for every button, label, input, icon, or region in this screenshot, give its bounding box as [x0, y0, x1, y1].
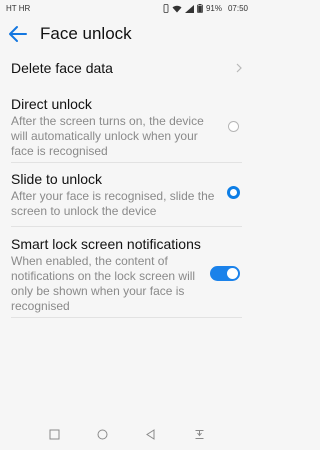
direct-unlock-title: Direct unlock [11, 96, 92, 112]
wifi-icon [172, 5, 182, 12]
battery-icon [197, 4, 203, 13]
page-title: Face unlock [40, 24, 132, 43]
smart-lock-description: When enabled, the content of notificatio… [11, 254, 196, 313]
system-navigation-bar [0, 418, 254, 450]
nav-triangle-icon[interactable] [145, 429, 156, 440]
direct-unlock-row[interactable]: Direct unlock After the screen turns on,… [0, 90, 254, 162]
battery-percent: 91% [205, 4, 222, 13]
smart-lock-notifications-row[interactable]: Smart lock screen notifications When ena… [0, 227, 254, 317]
nav-notification-icon[interactable] [194, 429, 205, 440]
back-arrow-icon[interactable] [8, 25, 28, 43]
app-bar: Face unlock [0, 18, 254, 50]
delete-face-data-label: Delete face data [11, 60, 113, 76]
delete-face-data-row[interactable]: Delete face data [0, 52, 254, 86]
slide-to-unlock-radio[interactable] [227, 186, 240, 199]
slide-to-unlock-title: Slide to unlock [11, 171, 103, 187]
chevron-right-icon [236, 63, 242, 73]
vibrate-icon [163, 4, 169, 13]
slide-to-unlock-description: After your face is recognised, slide the… [11, 189, 215, 218]
smart-lock-title: Smart lock screen notifications [11, 236, 201, 252]
status-bar: HT HR 91% 07:50 [0, 0, 254, 16]
slide-to-unlock-row[interactable]: Slide to unlock After your face is recog… [0, 163, 254, 220]
clock: 07:50 [227, 4, 248, 13]
carrier-label: HT HR [6, 4, 31, 13]
status-icons: 91% 07:50 [163, 4, 248, 13]
nav-circle-icon[interactable] [97, 429, 108, 440]
signal-icon [184, 4, 194, 13]
direct-unlock-description: After the screen turns on, the device wi… [11, 114, 204, 158]
divider [11, 317, 242, 318]
smart-lock-toggle[interactable] [210, 266, 240, 281]
nav-square-icon[interactable] [49, 429, 60, 440]
toggle-knob [227, 268, 238, 279]
unlock-options-group: Direct unlock After the screen turns on,… [0, 90, 254, 418]
direct-unlock-radio[interactable] [228, 121, 239, 132]
